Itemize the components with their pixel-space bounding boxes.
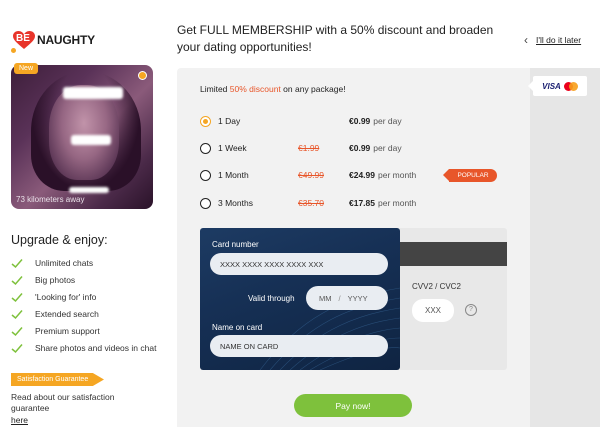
do-later-link[interactable]: ‹ I'll do it later bbox=[524, 33, 581, 47]
check-icon bbox=[11, 344, 23, 354]
chevron-left-icon: ‹ bbox=[524, 33, 528, 47]
feature-label: Premium support bbox=[35, 326, 100, 336]
date-separator: / bbox=[338, 293, 341, 303]
logo-badge-text: BE bbox=[16, 33, 30, 44]
guarantee-text: Read about our satisfaction guarantee bbox=[11, 392, 115, 413]
feature-item: Share photos and videos in chat bbox=[11, 343, 161, 354]
feature-item: 'Looking for' info bbox=[11, 292, 161, 303]
check-icon bbox=[11, 259, 23, 269]
plan-period: per month bbox=[378, 170, 417, 180]
check-icon bbox=[11, 310, 23, 320]
logo-decoration bbox=[11, 48, 16, 53]
magnetic-stripe bbox=[396, 242, 507, 266]
radio-button[interactable] bbox=[200, 142, 211, 154]
plan-name: 1 Month bbox=[218, 170, 249, 180]
card-number-input[interactable]: XXXX XXXX XXXX XXXX XXX bbox=[210, 253, 388, 275]
guarantee-link[interactable]: here bbox=[11, 415, 28, 425]
radio-button[interactable] bbox=[200, 169, 211, 181]
plan-price-value: €17.85 bbox=[349, 198, 375, 208]
plan-old-price: €49.99 bbox=[298, 170, 324, 180]
plan-period: per day bbox=[373, 143, 402, 153]
expiry-month-input[interactable]: MM bbox=[319, 294, 332, 303]
cvv-label: CVV2 / CVC2 bbox=[412, 282, 461, 291]
feature-label: Unlimited chats bbox=[35, 258, 94, 268]
online-status-icon bbox=[138, 71, 147, 80]
check-icon bbox=[11, 327, 23, 337]
card-back bbox=[396, 228, 507, 370]
visa-logo: VISA bbox=[542, 81, 561, 91]
payment-method-card[interactable]: VISA bbox=[528, 76, 587, 96]
check-icon bbox=[11, 293, 23, 303]
plan-price-value: €0.99 bbox=[349, 116, 371, 126]
plan-price: €24.99 per month bbox=[349, 170, 416, 180]
plan-name: 1 Week bbox=[218, 143, 247, 153]
card-number-label: Card number bbox=[212, 240, 259, 249]
censor-bar bbox=[69, 187, 109, 193]
plan-name: 3 Months bbox=[218, 198, 253, 208]
mastercard-icon bbox=[563, 81, 578, 91]
help-icon[interactable]: ? bbox=[465, 304, 477, 316]
promo-suffix: on any package! bbox=[280, 84, 346, 94]
payment-methods-sidebar bbox=[530, 68, 600, 427]
plan-option-1-day[interactable]: 1 Day €0.99 per day bbox=[200, 113, 510, 129]
cvv-input[interactable]: XXX bbox=[412, 299, 454, 322]
plan-price: €17.85 per month bbox=[349, 198, 416, 208]
photo-face bbox=[49, 85, 119, 180]
valid-through-label: Valid through bbox=[248, 294, 295, 303]
feature-label: Share photos and videos in chat bbox=[35, 343, 157, 353]
name-on-card-label: Name on card bbox=[212, 323, 263, 332]
page-title: Get FULL MEMBERSHIP with a 50% discount … bbox=[177, 23, 494, 54]
feature-item: Unlimited chats bbox=[11, 258, 161, 269]
feature-item: Premium support bbox=[11, 326, 161, 337]
plan-old-price: €1.99 bbox=[298, 143, 320, 153]
promo-text: Limited 50% discount on any package! bbox=[200, 84, 346, 94]
expiry-year-input[interactable]: YYYY bbox=[348, 294, 368, 303]
feature-item: Big photos bbox=[11, 275, 161, 286]
censor-bar bbox=[71, 135, 111, 145]
plan-name: 1 Day bbox=[218, 116, 241, 126]
plan-price-value: €24.99 bbox=[349, 170, 375, 180]
radio-button-selected[interactable] bbox=[200, 115, 211, 127]
feature-label: 'Looking for' info bbox=[35, 292, 97, 302]
plan-old-price: €35.70 bbox=[298, 198, 324, 208]
feature-list: Unlimited chats Big photos 'Looking for'… bbox=[11, 258, 161, 360]
name-on-card-input[interactable]: NAME ON CARD bbox=[210, 335, 388, 357]
pay-now-button[interactable]: Pay now! bbox=[294, 394, 412, 417]
profile-photo[interactable]: 73 kilometers away bbox=[11, 65, 153, 209]
feature-label: Extended search bbox=[35, 309, 99, 319]
popular-badge: POPULAR bbox=[443, 169, 497, 182]
promo-accent: 50% discount bbox=[229, 84, 281, 94]
check-icon bbox=[11, 276, 23, 286]
plan-option-1-week[interactable]: 1 Week €1.99 €0.99 per day bbox=[200, 140, 510, 156]
profile-distance: 73 kilometers away bbox=[16, 195, 85, 204]
promo-prefix: Limited bbox=[200, 84, 230, 94]
brand-logo[interactable]: BE NAUGHTY bbox=[12, 30, 95, 50]
heart-logo-icon: BE bbox=[12, 30, 36, 50]
plan-price: €0.99 per day bbox=[349, 143, 402, 153]
plan-period: per month bbox=[378, 198, 417, 208]
plan-option-3-months[interactable]: 3 Months €35.70 €17.85 per month bbox=[200, 195, 510, 211]
feature-item: Extended search bbox=[11, 309, 161, 320]
plan-period: per day bbox=[373, 116, 402, 126]
new-badge: New bbox=[14, 63, 39, 74]
plan-price-value: €0.99 bbox=[349, 143, 371, 153]
radio-button[interactable] bbox=[200, 197, 211, 209]
logo-wordmark: NAUGHTY bbox=[37, 33, 95, 47]
feature-label: Big photos bbox=[35, 275, 76, 285]
upgrade-title: Upgrade & enjoy: bbox=[11, 233, 108, 247]
do-later-label: I'll do it later bbox=[536, 35, 582, 45]
expiry-date-input[interactable]: MM / YYYY bbox=[306, 286, 388, 310]
plan-price: €0.99 per day bbox=[349, 116, 402, 126]
censor-bar bbox=[63, 87, 123, 99]
satisfaction-guarantee-tag: Satisfaction Guarantee bbox=[11, 373, 104, 386]
